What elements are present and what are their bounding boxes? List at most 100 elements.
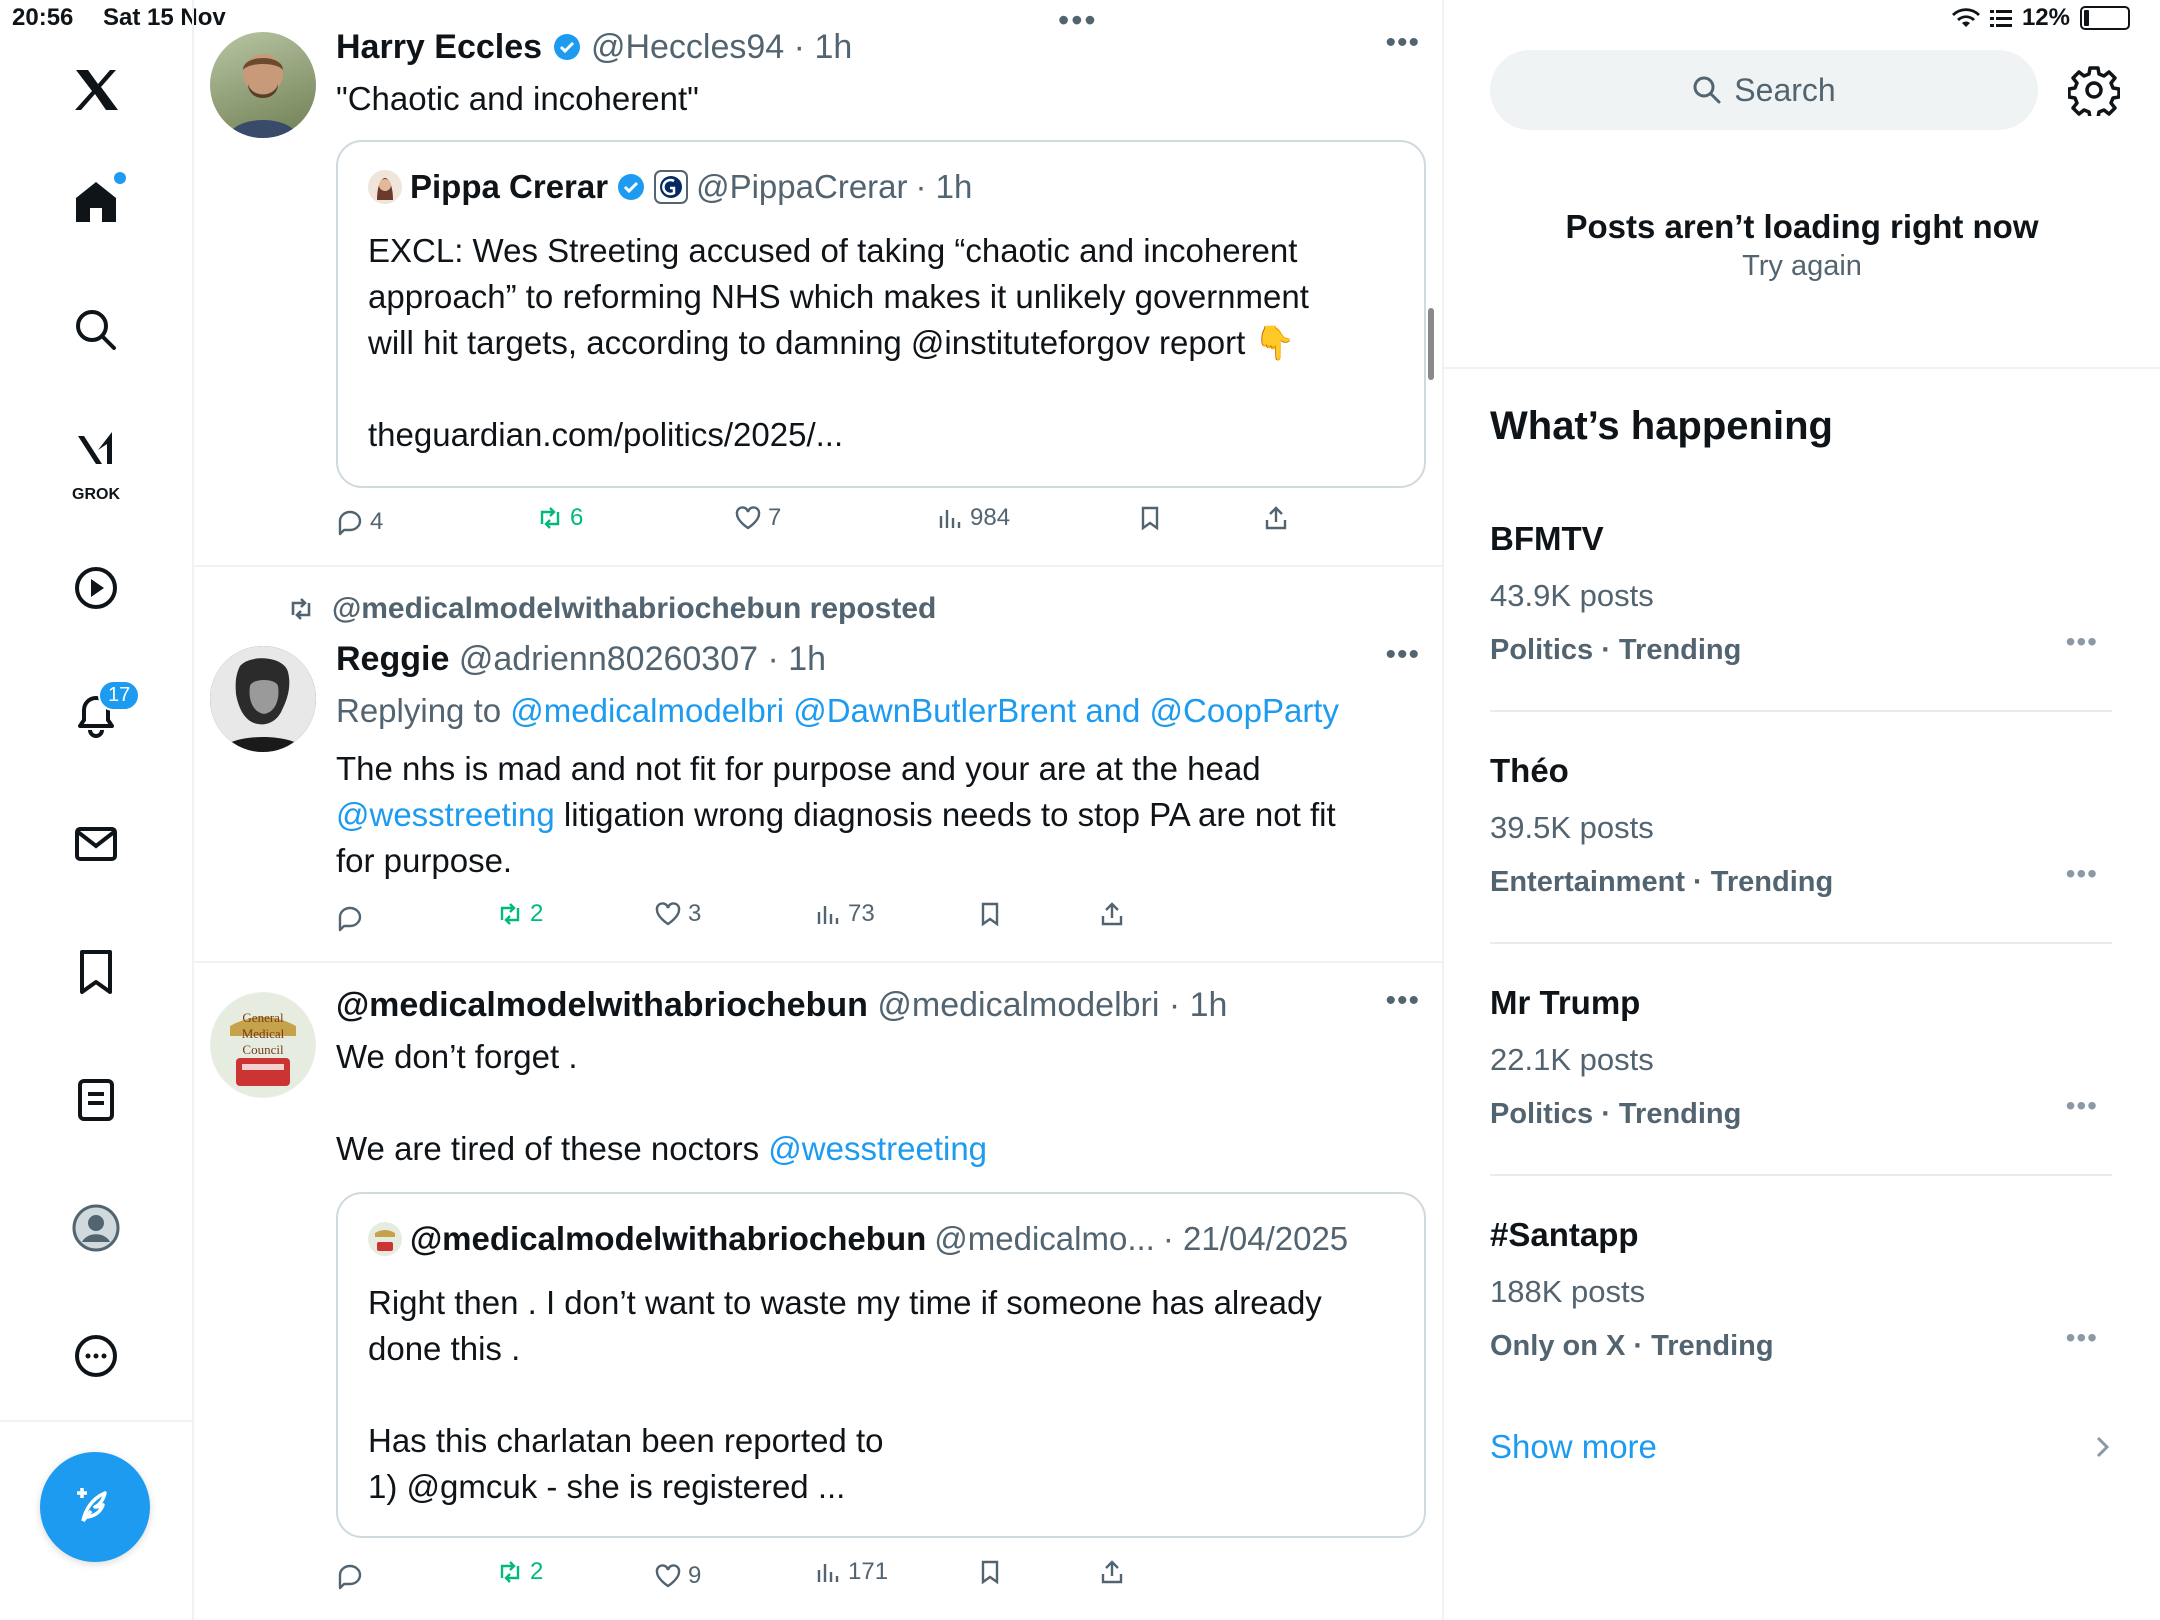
trend-category: Politics · Trending — [1490, 1098, 1742, 1130]
views-button[interactable]: 73 — [814, 900, 875, 928]
bookmark-button[interactable] — [976, 1558, 1004, 1586]
like-count: 9 — [688, 1562, 702, 1589]
tweet-actions: 2 3 73 — [336, 900, 1336, 940]
divider — [1490, 710, 2112, 712]
bookmark-icon — [981, 1560, 999, 1585]
avatar[interactable] — [210, 646, 316, 752]
bookmark-icon — [981, 902, 999, 927]
quoted-author-handle[interactable]: @PippaCrerar — [696, 168, 907, 206]
repost-button[interactable]: 2 — [496, 1558, 543, 1586]
quoted-tweet-header: Pippa Crerar @PippaCrerar · 1h — [368, 168, 972, 206]
quoted-link[interactable]: theguardian.com/politics/2025/... — [368, 412, 1378, 458]
quoted-tweet[interactable]: @medicalmodelwithabriochebun @medicalmo.… — [336, 1192, 1426, 1538]
avatar[interactable] — [210, 32, 316, 138]
reply-button[interactable] — [336, 1562, 370, 1590]
try-again-link[interactable]: Try again — [1462, 250, 2142, 283]
trend-posts: 22.1K posts — [1490, 1042, 1654, 1077]
author-handle[interactable]: @adrienn80260307 — [459, 640, 758, 678]
compose-icon — [77, 1488, 107, 1523]
tweet-time[interactable]: · 1h — [767, 640, 826, 678]
replying-to-handles[interactable]: @medicalmodelbri @DawnButlerBrent and @C… — [510, 692, 1339, 729]
divider — [1490, 942, 2112, 944]
heart-icon — [655, 902, 681, 926]
grok-label: GROK — [72, 486, 120, 503]
quoted-tweet-time[interactable]: · 21/04/2025 — [1163, 1220, 1348, 1258]
trend-more-icon[interactable]: ••• — [2066, 858, 2098, 890]
like-button[interactable]: 9 — [654, 1562, 701, 1590]
sidebar-item-messages[interactable] — [56, 804, 136, 884]
tweet-text: The nhs is mad and not fit for purpose a… — [336, 746, 1386, 884]
avatar[interactable] — [368, 170, 402, 204]
trend-more-icon[interactable]: ••• — [2066, 1090, 2098, 1122]
views-button[interactable]: 984 — [936, 504, 1010, 532]
views-button[interactable]: 171 — [814, 1558, 888, 1586]
share-icon — [1101, 902, 1123, 926]
trend-item[interactable]: BFMTV 43.9K posts Politics · Trending ••… — [1490, 520, 2112, 666]
like-button[interactable]: 3 — [654, 900, 701, 928]
divider — [1490, 1174, 2112, 1176]
show-more-link[interactable]: Show more — [1490, 1428, 1657, 1466]
gear-icon[interactable] — [2068, 64, 2120, 116]
search-input[interactable]: Search — [1490, 50, 2038, 130]
repost-button[interactable]: 2 — [496, 900, 543, 928]
tweet[interactable]: Harry Eccles @Heccles94 · 1h ••• "Chaoti… — [194, 0, 1442, 567]
trend-more-icon[interactable]: ••• — [2066, 626, 2098, 658]
reposted-by[interactable]: @medicalmodelwithabriochebun reposted — [332, 592, 936, 626]
reply-button[interactable] — [336, 904, 370, 932]
sidebar-item-grok[interactable]: GROK — [56, 416, 136, 503]
quoted-tweet-time[interactable]: · 1h — [916, 168, 973, 206]
bookmark-button[interactable] — [976, 900, 1004, 928]
x-logo-icon[interactable] — [56, 50, 136, 130]
sidebar-item-home[interactable] — [56, 162, 136, 242]
chevron-right-icon[interactable] — [2090, 1432, 2114, 1462]
mention-link[interactable]: @wesstreeting — [336, 796, 555, 833]
sidebar-item-lists[interactable] — [56, 1060, 136, 1140]
author-handle[interactable]: @Heccles94 — [591, 28, 784, 66]
author-handle[interactable]: @medicalmodelbri — [877, 986, 1159, 1024]
reply-button[interactable]: 4 — [336, 508, 383, 536]
sidebar-item-notifications[interactable]: 17 — [56, 676, 141, 756]
sidebar-item-bookmarks[interactable] — [56, 932, 136, 1012]
share-button[interactable] — [1098, 900, 1126, 928]
sidebar-item-explore[interactable] — [56, 290, 136, 370]
tweet-more-icon[interactable]: ••• — [1385, 984, 1420, 1018]
quoted-tweet[interactable]: Pippa Crerar @PippaCrerar · 1h EXCL: Wes… — [336, 140, 1426, 488]
tweet-time[interactable]: · 1h — [794, 28, 853, 66]
tweet-time[interactable]: · 1h — [1169, 986, 1228, 1024]
quoted-author-name[interactable]: @medicalmodelwithabriochebun — [410, 1220, 926, 1258]
author-name[interactable]: Harry Eccles — [336, 28, 542, 66]
scrollbar[interactable] — [1428, 308, 1434, 380]
trend-more-icon[interactable]: ••• — [2066, 1322, 2098, 1354]
mention-link[interactable]: @wesstreeting — [768, 1130, 987, 1167]
quoted-text-line: Has this charlatan been reported to — [368, 1422, 884, 1459]
avatar[interactable] — [368, 1222, 402, 1256]
trend-name: Théo — [1490, 752, 1569, 789]
bookmark-button[interactable] — [1136, 504, 1164, 532]
author-name[interactable]: Reggie — [336, 640, 449, 678]
author-name[interactable]: @medicalmodelwithabriochebun — [336, 986, 868, 1024]
notification-dot — [114, 172, 126, 184]
tweet-more-icon[interactable]: ••• — [1385, 638, 1420, 672]
replying-to-prefix: Replying to — [336, 692, 502, 729]
repost-button[interactable]: 6 — [536, 504, 583, 532]
share-button[interactable] — [1262, 504, 1290, 532]
tweet-header: @medicalmodelwithabriochebun @medicalmod… — [336, 986, 1227, 1025]
quoted-author-name[interactable]: Pippa Crerar — [410, 168, 608, 206]
trend-item[interactable]: #Santapp 188K posts Only on X · Trending… — [1490, 1216, 2112, 1362]
repost-count: 2 — [530, 1558, 544, 1585]
sidebar-item-profile[interactable] — [56, 1188, 136, 1268]
tweet[interactable]: @medicalmodelwithabriochebun reposted Re… — [194, 566, 1442, 963]
tweet-more-icon[interactable]: ••• — [1385, 26, 1420, 60]
avatar[interactable]: General Medical Council — [210, 992, 316, 1098]
compose-button[interactable] — [40, 1452, 150, 1562]
trend-item[interactable]: Théo 39.5K posts Entertainment · Trendin… — [1490, 752, 2112, 898]
quoted-author-handle[interactable]: @medicalmo... — [934, 1220, 1155, 1258]
trend-item[interactable]: Mr Trump 22.1K posts Politics · Trending… — [1490, 984, 2112, 1130]
like-button[interactable]: 7 — [734, 504, 781, 532]
sidebar-item-videos[interactable] — [56, 548, 136, 628]
sidebar-item-more[interactable] — [56, 1316, 136, 1396]
share-button[interactable] — [1098, 1558, 1126, 1586]
quoted-text-line: EXCL: Wes Streeting accused of taking “c… — [368, 232, 1298, 269]
wifi-icon — [1951, 8, 1980, 28]
tweet[interactable]: General Medical Council @medicalmodelwitha… — [194, 962, 1442, 1620]
